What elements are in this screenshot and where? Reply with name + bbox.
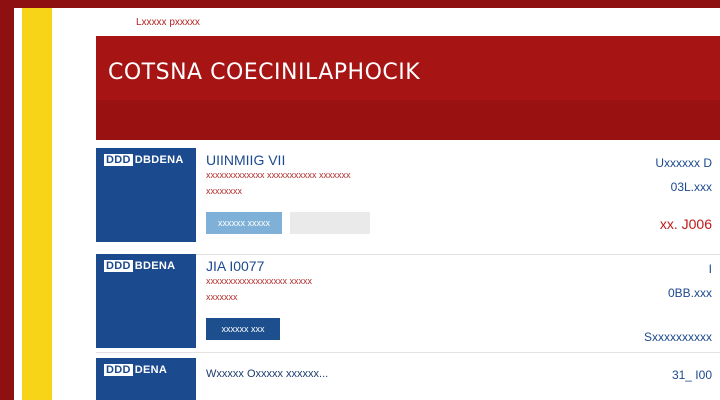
result-price-value: 31_ I00 bbox=[671, 368, 712, 382]
top-nav-link[interactable]: Lxxxxx pxxxxx bbox=[136, 17, 200, 28]
side-accent-bar bbox=[22, 8, 52, 400]
result-thumbnail[interactable]: DDD DENA bbox=[96, 358, 196, 400]
result-meta-secondary: xxxxxxx bbox=[206, 292, 238, 302]
result-thumbnail[interactable]: DDD DBDENA bbox=[96, 148, 196, 242]
result-title[interactable]: UIINMIIG VII bbox=[206, 152, 285, 168]
page-title: COTSNA COECINILAPHOCIK bbox=[108, 60, 421, 85]
top-strip: Lxxxxx pxxxxx bbox=[52, 8, 720, 38]
result-title[interactable]: Wxxxxx Oxxxxx xxxxxx... bbox=[206, 368, 328, 380]
thumbnail-label-text: DBDENA bbox=[134, 154, 184, 166]
result-item[interactable]: DDD DENA Wxxxxx Oxxxxx xxxxxx... 31_ I00 bbox=[96, 358, 720, 400]
thumbnail-label-text: DENA bbox=[134, 364, 168, 376]
result-item[interactable]: DDD BDENA JIA I0077 xxxxxxxxxxxxxxxxxx xx… bbox=[96, 254, 720, 350]
result-title[interactable]: JIA I0077 bbox=[206, 258, 264, 274]
result-price-value: 03L.xxx bbox=[670, 180, 712, 194]
header-banner: COTSNA COECINILAPHOCIK rxxxxx Dxxxxxxxx bbox=[96, 36, 720, 193]
result-price-note: Sxxxxxxxxxx bbox=[643, 330, 712, 344]
thumbnail-label: DDD DBDENA bbox=[104, 154, 184, 166]
result-secondary-button[interactable] bbox=[290, 212, 370, 234]
thumbnail-label: DDD BDENA bbox=[104, 260, 175, 272]
result-price-label: Uxxxxxx D bbox=[655, 156, 712, 170]
page-frame: Lxxxxx pxxxxx COTSNA COECINILAPHOCIK rxx… bbox=[14, 8, 720, 400]
result-meta: xxxxxxxxxxxxxxxxxx xxxxx bbox=[206, 276, 313, 286]
result-price-value: 0BB.xxx bbox=[667, 286, 712, 300]
result-primary-button[interactable]: xxxxxx xxxxx bbox=[206, 212, 282, 234]
result-price-highlight: xx. J006 bbox=[659, 216, 712, 232]
result-meta-secondary: xxxxxxxx bbox=[206, 186, 242, 196]
result-thumbnail[interactable]: DDD BDENA bbox=[96, 254, 196, 348]
result-divider bbox=[96, 352, 720, 353]
result-item[interactable]: DDD DBDENA UIINMIIG VII xxxxxxxxxxxxx xxx… bbox=[96, 148, 720, 248]
result-price-label: I bbox=[708, 262, 712, 276]
thumbnail-prefix: DDD bbox=[104, 260, 133, 272]
thumbnail-label: DDD DENA bbox=[104, 364, 167, 376]
thumbnail-prefix: DDD bbox=[104, 154, 133, 166]
thumbnail-prefix: DDD bbox=[104, 364, 133, 376]
banner-subbar: rxxxxx Dxxxxxxxx bbox=[96, 100, 720, 193]
thumbnail-label-text: BDENA bbox=[134, 260, 176, 272]
result-primary-button[interactable]: xxxxxx xxx bbox=[206, 318, 280, 340]
result-meta: xxxxxxxxxxxxx xxxxxxxxxxx xxxxxxx bbox=[206, 170, 351, 180]
